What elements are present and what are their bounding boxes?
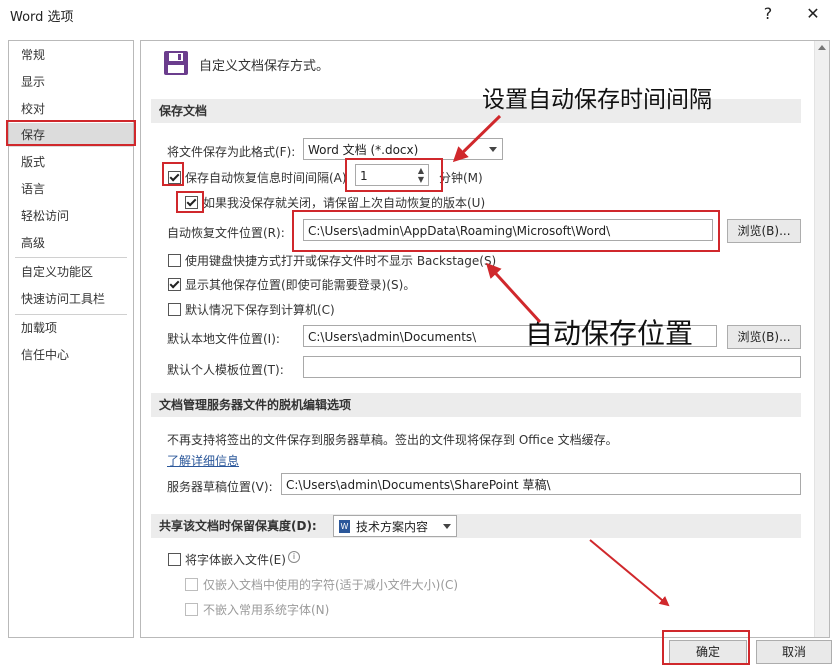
arrow-to-interval xyxy=(452,114,502,163)
arrow-to-location xyxy=(485,262,542,324)
annotation-arrows xyxy=(452,114,670,607)
arrow-to-ok xyxy=(589,539,670,607)
